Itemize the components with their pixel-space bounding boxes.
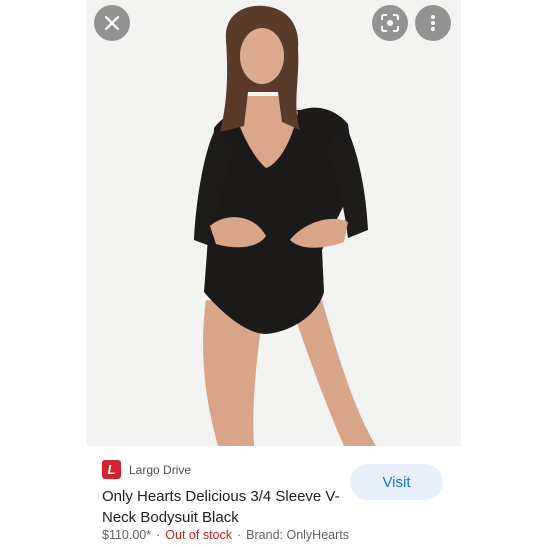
close-icon [104,15,120,31]
product-brand: Brand: OnlyHearts [246,528,349,542]
site-favicon: L [102,460,121,479]
separator-dot: · [237,528,242,542]
google-lens-icon [381,14,399,32]
result-info-panel: L Largo Drive Only Hearts Delicious 3/4 … [86,446,461,547]
more-vertical-icon [431,15,435,31]
more-options-button[interactable] [415,5,451,41]
visit-button[interactable]: Visit [350,464,443,500]
source-name: Largo Drive [129,462,192,477]
product-title[interactable]: Only Hearts Delicious 3/4 Sleeve V-Neck … [102,486,342,528]
product-price: $110.00* [102,528,152,542]
close-button[interactable] [94,5,130,41]
google-lens-button[interactable] [372,5,408,41]
stock-status: Out of stock [165,528,232,542]
product-meta: $110.00* · Out of stock · Brand: OnlyHearts [102,528,349,542]
separator-dot: · [156,528,161,542]
image-viewer [86,0,461,446]
product-photo[interactable] [86,0,461,446]
source-link[interactable]: L Largo Drive [102,460,191,479]
